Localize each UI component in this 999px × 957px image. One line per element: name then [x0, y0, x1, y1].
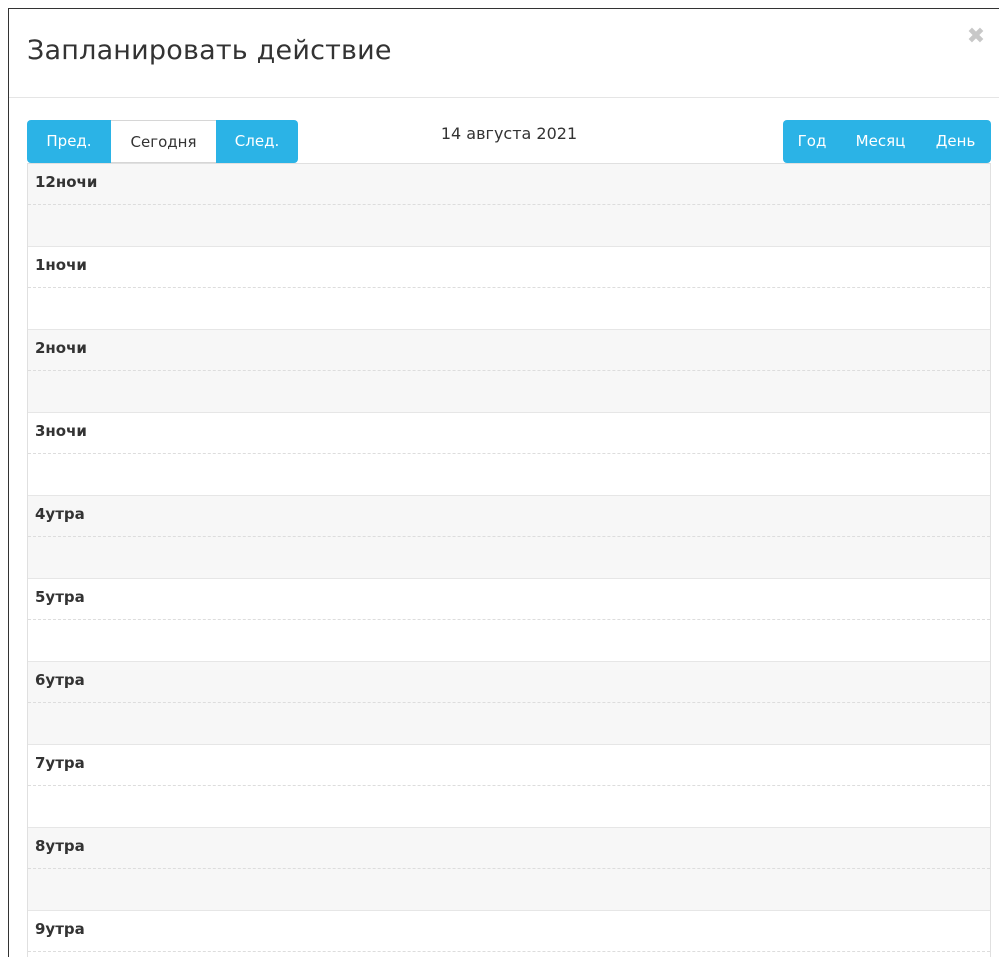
day-calendar-grid[interactable]: 12ночи 1ночи 2ночи 3ночи 4утра 5утра 6ут…: [27, 163, 991, 957]
half-hour-slot[interactable]: [28, 911, 990, 952]
day-view-button[interactable]: День: [920, 120, 991, 163]
hour-label: 12ночи: [35, 173, 98, 191]
modal-title: Запланировать действие: [27, 35, 392, 66]
half-hour-slot[interactable]: [28, 537, 990, 579]
hour-row[interactable]: 7утра: [28, 745, 990, 828]
modal-header: Запланировать действие ✖: [9, 9, 999, 98]
half-hour-slot[interactable]: [28, 745, 990, 786]
half-hour-slot[interactable]: [28, 371, 990, 413]
half-hour-slot[interactable]: [28, 786, 990, 828]
next-button[interactable]: След.: [216, 120, 298, 163]
year-view-button[interactable]: Год: [783, 120, 841, 163]
half-hour-slot[interactable]: [28, 703, 990, 745]
half-hour-slot[interactable]: [28, 579, 990, 620]
hour-label: 1ночи: [35, 256, 87, 274]
prev-button[interactable]: Пред.: [27, 120, 111, 163]
month-view-button[interactable]: Месяц: [841, 120, 920, 163]
half-hour-slot[interactable]: [28, 828, 990, 869]
hour-row[interactable]: 2ночи: [28, 330, 990, 413]
view-button-group: Год Месяц День: [783, 120, 991, 163]
hour-label: 3ночи: [35, 422, 87, 440]
hour-label: 9утра: [35, 920, 85, 938]
hour-row[interactable]: 9утра: [28, 911, 990, 957]
calendar-toolbar: 14 августа 2021 Пред. Сегодня След. Год …: [27, 120, 991, 163]
close-icon[interactable]: ✖: [966, 26, 986, 48]
half-hour-slot[interactable]: [28, 205, 990, 247]
hour-row[interactable]: 3ночи: [28, 413, 990, 496]
half-hour-slot[interactable]: [28, 454, 990, 496]
half-hour-slot[interactable]: [28, 288, 990, 330]
half-hour-slot[interactable]: [28, 496, 990, 537]
schedule-action-modal: Запланировать действие ✖ 14 августа 2021…: [8, 8, 999, 957]
hour-row[interactable]: 8утра: [28, 828, 990, 911]
half-hour-slot[interactable]: [28, 620, 990, 662]
hour-label: 6утра: [35, 671, 85, 689]
hour-label: 4утра: [35, 505, 85, 523]
hour-row[interactable]: 4утра: [28, 496, 990, 579]
half-hour-slot[interactable]: [28, 247, 990, 288]
half-hour-slot[interactable]: [28, 662, 990, 703]
hour-label: 2ночи: [35, 339, 87, 357]
half-hour-slot[interactable]: [28, 164, 990, 205]
hour-row[interactable]: 12ночи: [28, 164, 990, 247]
navigation-button-group: Пред. Сегодня След.: [27, 120, 298, 163]
half-hour-slot[interactable]: [28, 869, 990, 911]
half-hour-slot[interactable]: [28, 330, 990, 371]
half-hour-slot[interactable]: [28, 952, 990, 957]
today-button[interactable]: Сегодня: [111, 120, 216, 163]
half-hour-slot[interactable]: [28, 413, 990, 454]
hour-row[interactable]: 1ночи: [28, 247, 990, 330]
hour-label: 5утра: [35, 588, 85, 606]
hour-label: 7утра: [35, 754, 85, 772]
hour-row[interactable]: 6утра: [28, 662, 990, 745]
hour-label: 8утра: [35, 837, 85, 855]
hour-row[interactable]: 5утра: [28, 579, 990, 662]
